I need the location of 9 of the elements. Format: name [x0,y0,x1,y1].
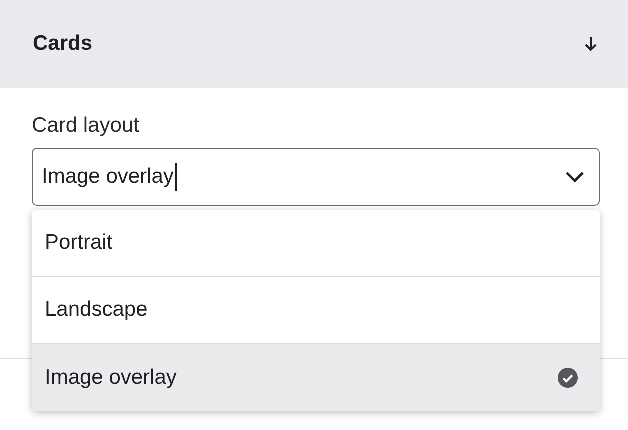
field-label: Card layout [32,114,140,138]
dropdown-option[interactable]: Portrait [32,210,600,277]
select-field[interactable]: Image overlay [32,148,600,206]
dropdown-option[interactable]: Image overlay [32,344,600,411]
text-cursor [174,163,177,191]
check-circle-icon [558,368,578,388]
arrow-down-icon[interactable] [584,36,598,52]
chevron-down-icon [565,171,585,183]
section-title: Cards [33,32,93,56]
